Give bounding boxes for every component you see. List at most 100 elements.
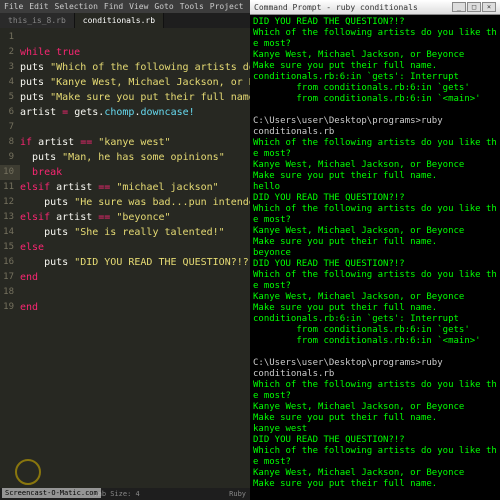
code-line[interactable]: 3puts "Which of the following artists do… (0, 60, 250, 75)
terminal-line: DID YOU READ THE QUESTION?!? (253, 435, 497, 446)
code-line[interactable]: 14 puts "She is really talented!" (0, 225, 250, 240)
terminal-line: Make sure you put their full name. (253, 303, 497, 314)
code-line[interactable]: 2while true (0, 45, 250, 60)
code-area[interactable]: 1 2while true3puts "Which of the followi… (0, 28, 250, 488)
line-number: 1 (0, 30, 20, 45)
code-text[interactable]: elsif artist == "beyonce" (20, 210, 171, 225)
terminal-line: Which of the following artists do you li… (253, 380, 497, 402)
code-text[interactable]: puts "She is really talented!" (20, 225, 225, 240)
code-text[interactable] (20, 120, 26, 135)
code-text[interactable]: puts "Make sure you put their full name.… (20, 90, 250, 105)
tab[interactable]: this_is_8.rb (0, 13, 75, 28)
code-text[interactable]: while true (20, 45, 80, 60)
terminal-titlebar: Command Prompt - ruby conditionals _ □ × (250, 0, 500, 15)
code-text[interactable]: puts "Which of the following artists do … (20, 60, 250, 75)
code-text[interactable]: break (20, 165, 62, 180)
terminal-line: kanye west (253, 424, 497, 435)
menu-find[interactable]: Find (104, 2, 123, 11)
menu-file[interactable]: File (4, 2, 23, 11)
close-button[interactable]: × (482, 2, 496, 12)
menu-selection[interactable]: Selection (55, 2, 98, 11)
status-right: Ruby (229, 490, 246, 498)
terminal-line: Kanye West, Michael Jackson, or Beyonce (253, 468, 497, 479)
terminal-line: Kanye West, Michael Jackson, or Beyonce (253, 226, 497, 237)
code-line[interactable]: 13elsif artist == "beyonce" (0, 210, 250, 225)
terminal-line: Which of the following artists do you li… (253, 270, 497, 292)
line-number: 14 (0, 225, 20, 240)
line-number: 13 (0, 210, 20, 225)
code-text[interactable]: end (20, 300, 38, 315)
menu-edit[interactable]: Edit (29, 2, 48, 11)
terminal-line (253, 105, 497, 116)
terminal-line: Which of the following artists do you li… (253, 204, 497, 226)
code-line[interactable]: 9 puts "Man, he has some opinions" (0, 150, 250, 165)
terminal-line: DID YOU READ THE QUESTION?!? (253, 259, 497, 270)
line-number: 6 (0, 105, 20, 120)
window-buttons: _ □ × (452, 2, 496, 12)
code-text[interactable]: end (20, 270, 38, 285)
line-number: 3 (0, 60, 20, 75)
line-number: 19 (0, 300, 20, 315)
code-line[interactable]: 19end (0, 300, 250, 315)
code-text[interactable]: else (20, 240, 44, 255)
code-editor: File Edit Selection Find View Goto Tools Projec… (0, 0, 250, 500)
code-text[interactable] (20, 285, 26, 300)
maximize-button[interactable]: □ (467, 2, 481, 12)
menu-goto[interactable]: Goto (154, 2, 173, 11)
code-line[interactable]: 1 (0, 30, 250, 45)
code-line[interactable]: 5puts "Make sure you put their full name… (0, 90, 250, 105)
terminal-line: Which of the following artists do you li… (253, 138, 497, 160)
terminal-line: hello (253, 182, 497, 193)
watermark: Screencast-O-Matic.com (2, 488, 101, 498)
code-line[interactable]: 8if artist == "kanye west" (0, 135, 250, 150)
terminal-line: DID YOU READ THE QUESTION?!? (253, 17, 497, 28)
terminal-line: Kanye West, Michael Jackson, or Beyonce (253, 160, 497, 171)
code-text[interactable]: if artist == "kanye west" (20, 135, 171, 150)
terminal-line: Make sure you put their full name. (253, 479, 497, 490)
code-line[interactable]: 17end (0, 270, 250, 285)
cursor-highlight-icon (15, 459, 41, 485)
terminal-line: Make sure you put their full name. (253, 61, 497, 72)
code-text[interactable]: puts "DID YOU READ THE QUESTION?!?" (20, 255, 250, 270)
terminal-line: conditionals.rb:6:in `gets': Interrupt (253, 72, 497, 83)
code-text[interactable]: puts "Man, he has some opinions" (20, 150, 225, 165)
menu-project[interactable]: Project (210, 2, 244, 11)
terminal-line: Make sure you put their full name. (253, 413, 497, 424)
terminal-line: from conditionals.rb:6:in `gets' (253, 325, 497, 336)
line-number: 4 (0, 75, 20, 90)
code-line[interactable]: 7 (0, 120, 250, 135)
tab-bar: this_is_8.rbconditionals.rb (0, 13, 250, 28)
line-number: 15 (0, 240, 20, 255)
terminal-line (253, 347, 497, 358)
code-line[interactable]: 10 break (0, 165, 250, 180)
terminal-line: Which of the following artists do you li… (253, 28, 497, 50)
code-line[interactable]: 12 puts "He sure was bad...pun intended. (0, 195, 250, 210)
code-line[interactable]: 18 (0, 285, 250, 300)
minimize-button[interactable]: _ (452, 2, 466, 12)
terminal-title: Command Prompt - ruby conditionals (254, 3, 418, 12)
code-text[interactable] (20, 30, 26, 45)
code-text[interactable]: puts "He sure was bad...pun intended. (20, 195, 250, 210)
code-text[interactable]: puts "Kanye West, Michael Jackson, or Be… (20, 75, 250, 90)
line-number: 18 (0, 285, 20, 300)
menu-tools[interactable]: Tools (180, 2, 204, 11)
code-line[interactable]: 11elsif artist == "michael jackson" (0, 180, 250, 195)
terminal-line: Make sure you put their full name. (253, 237, 497, 248)
terminal-line: from conditionals.rb:6:in `<main>' (253, 336, 497, 347)
menu-bar: File Edit Selection Find View Goto Tools Projec… (0, 0, 250, 13)
terminal-line: beyonce (253, 248, 497, 259)
code-text[interactable]: artist = gets.chomp.downcase! (20, 105, 195, 120)
code-line[interactable]: 15else (0, 240, 250, 255)
terminal-line: C:\Users\user\Desktop\programs>ruby cond… (253, 358, 497, 380)
tab[interactable]: conditionals.rb (75, 13, 164, 28)
code-line[interactable]: 4puts "Kanye West, Michael Jackson, or B… (0, 75, 250, 90)
code-line[interactable]: 6artist = gets.chomp.downcase! (0, 105, 250, 120)
menu-view[interactable]: View (129, 2, 148, 11)
terminal-line: DID YOU READ THE QUESTION?!? (253, 193, 497, 204)
terminal-body[interactable]: DID YOU READ THE QUESTION?!?Which of the… (250, 15, 500, 500)
code-line[interactable]: 16 puts "DID YOU READ THE QUESTION?!?" (0, 255, 250, 270)
line-number: 16 (0, 255, 20, 270)
terminal-line: from conditionals.rb:6:in `gets' (253, 83, 497, 94)
code-text[interactable]: elsif artist == "michael jackson" (20, 180, 219, 195)
line-number: 5 (0, 90, 20, 105)
